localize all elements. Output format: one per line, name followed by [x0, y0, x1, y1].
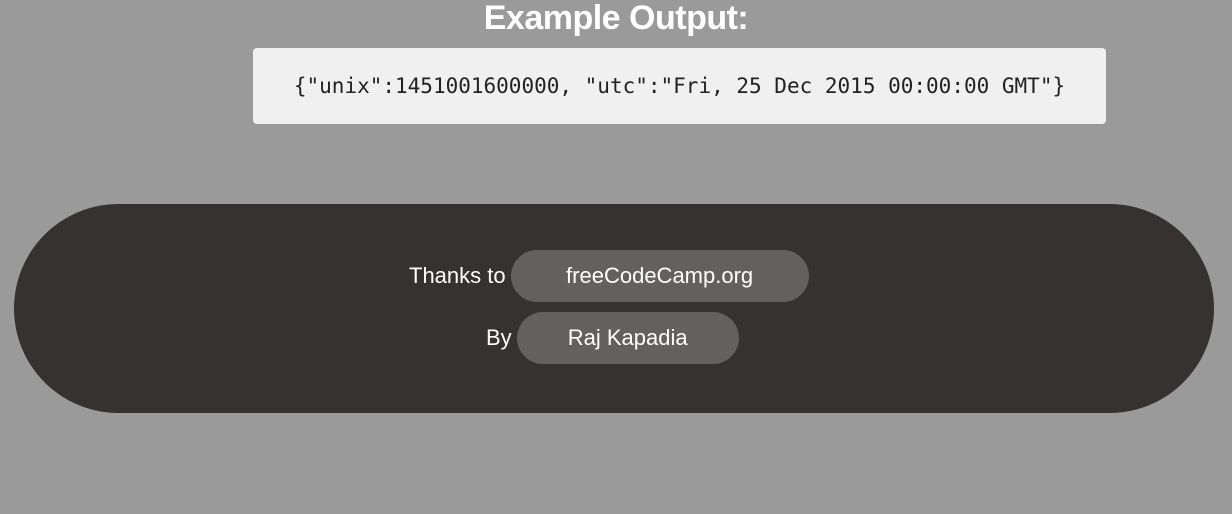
footer: Thanks to freeCodeCamp.org By Raj Kapadi… [14, 204, 1214, 413]
freecodecamp-link[interactable]: freeCodeCamp.org [510, 250, 809, 302]
example-output-heading: Example Output: [483, 0, 749, 37]
by-label: By [486, 325, 512, 350]
example-output-code: {"unix":1451001600000, "utc":"Fri, 25 De… [293, 74, 1066, 98]
example-output-box: {"unix":1451001600000, "utc":"Fri, 25 De… [253, 48, 1106, 124]
thanks-row: Thanks to freeCodeCamp.org [409, 250, 809, 302]
page: Example Output: {"unix":1451001600000, "… [0, 0, 1232, 514]
author-link[interactable]: Raj Kapadia [516, 312, 739, 364]
thanks-label: Thanks to [409, 263, 506, 288]
author-row: By Raj Kapadia [486, 312, 739, 364]
